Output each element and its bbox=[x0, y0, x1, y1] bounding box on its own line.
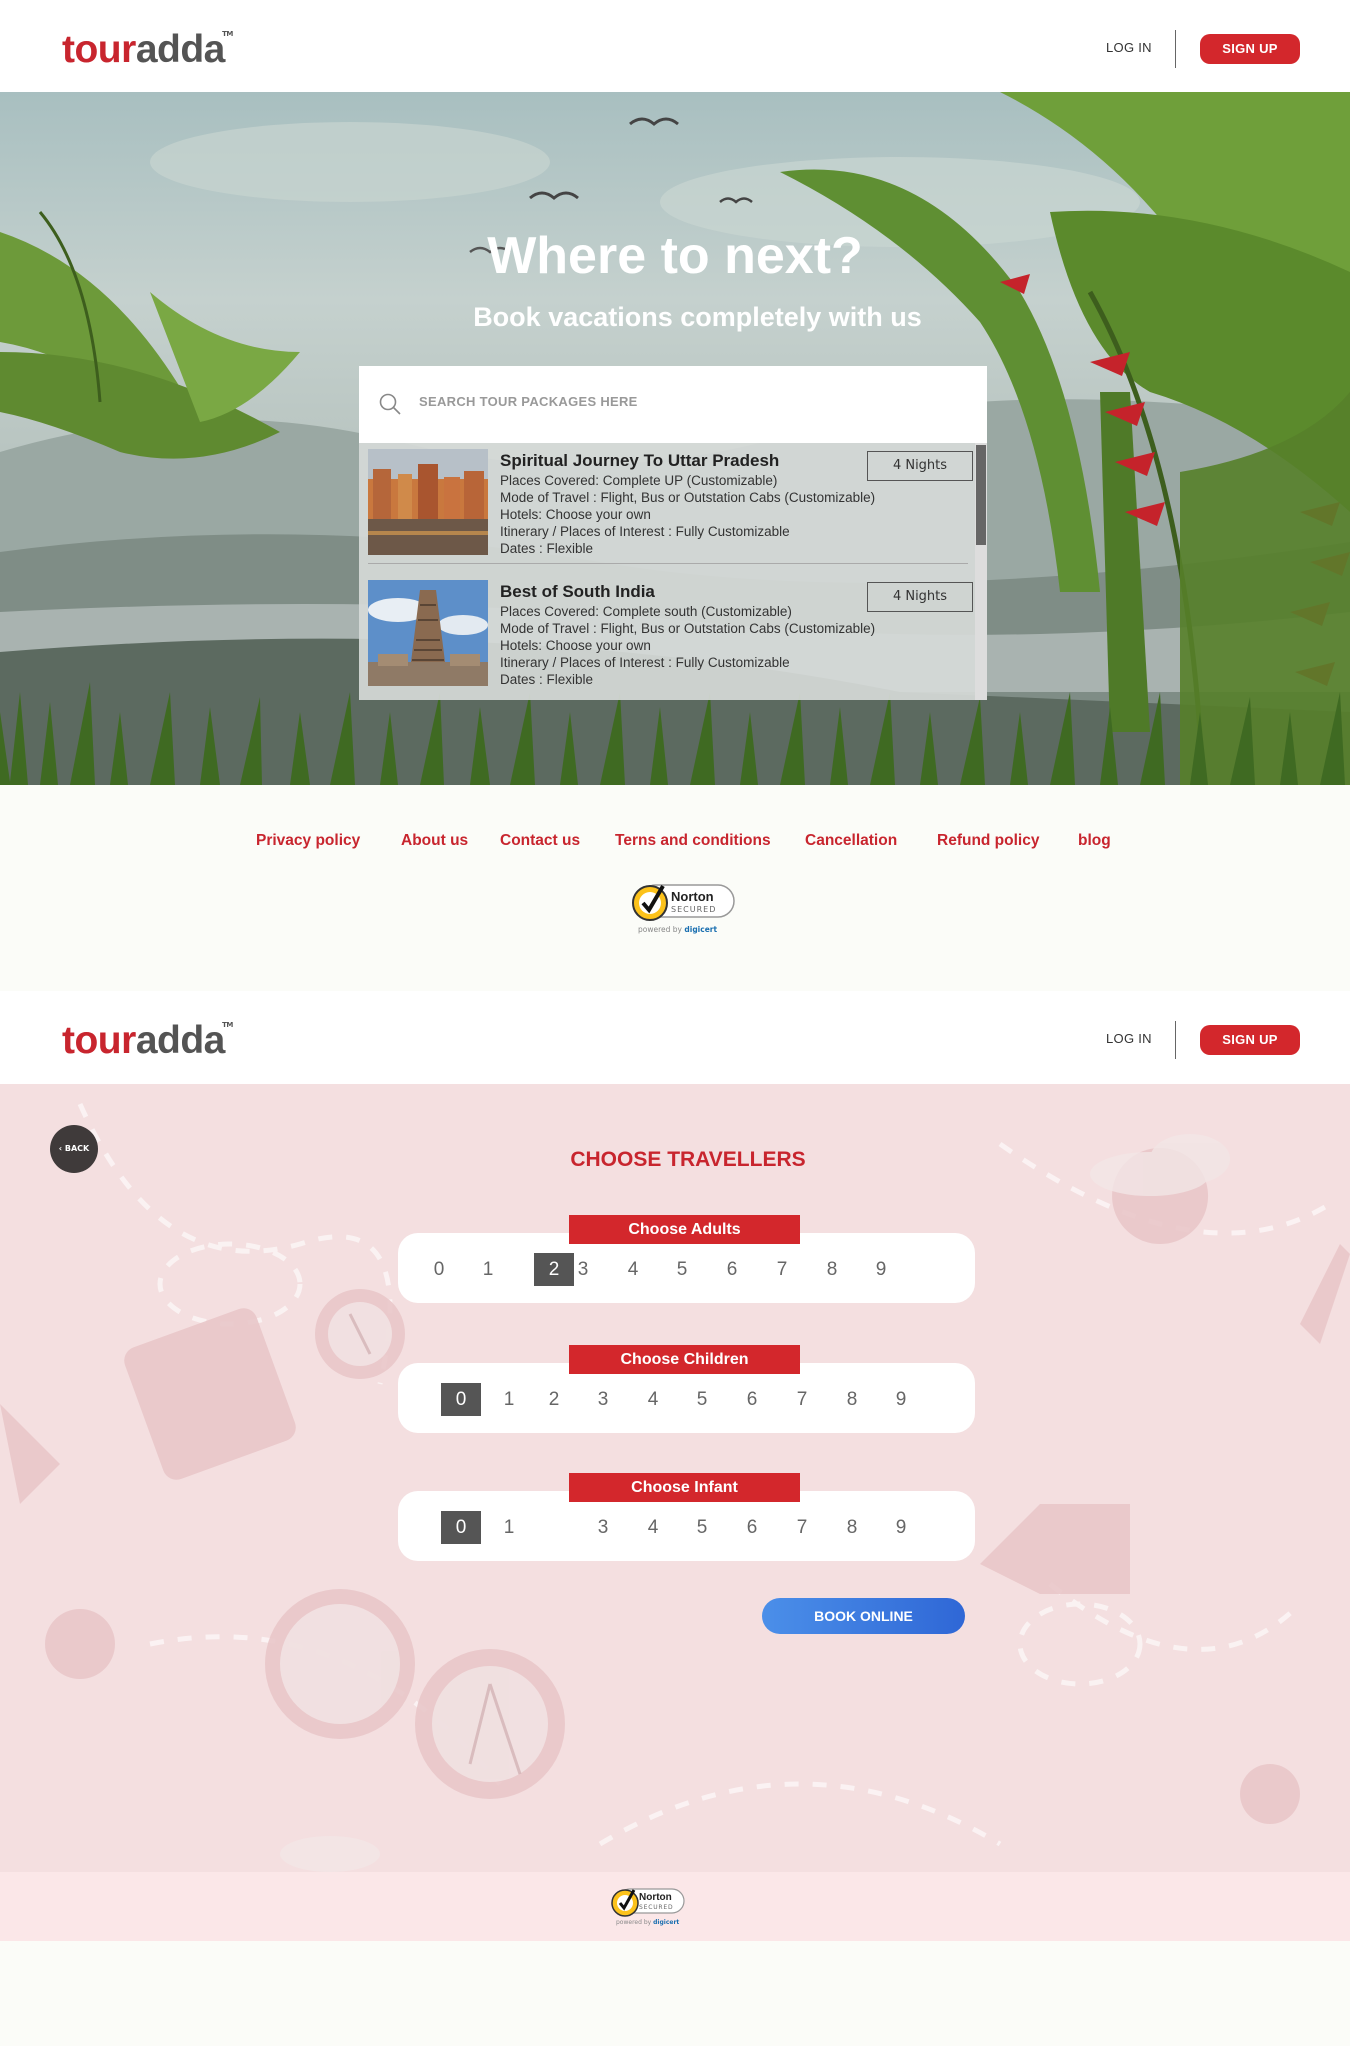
search-placeholder: SEARCH TOUR PACKAGES HERE bbox=[419, 394, 638, 409]
touradda-logo[interactable]: touradda TM bbox=[62, 28, 233, 72]
norton-secured-text: SECURED bbox=[639, 1904, 674, 1911]
book-online-button[interactable]: BOOK ONLINE bbox=[762, 1598, 965, 1634]
adults-option-1[interactable]: 1 bbox=[468, 1253, 508, 1286]
adults-label: Choose Adults bbox=[569, 1215, 800, 1244]
travellers-footer: Norton SECURED powered by digicert bbox=[0, 1872, 1350, 1941]
infant-option-3[interactable]: 3 bbox=[583, 1511, 623, 1544]
signup-button[interactable]: SIGN UP bbox=[1200, 1025, 1300, 1055]
top-header: touradda TM LOG IN SIGN UP bbox=[0, 0, 1350, 92]
infant-option-5[interactable]: 5 bbox=[682, 1511, 722, 1544]
package-places: Places Covered: Complete south (Customiz… bbox=[500, 604, 792, 619]
login-link[interactable]: LOG IN bbox=[1106, 40, 1152, 55]
package-hotels: Hotels: Choose your own bbox=[500, 638, 651, 653]
blog-link[interactable]: blog bbox=[1078, 832, 1111, 850]
children-option-2[interactable]: 2 bbox=[534, 1383, 574, 1416]
logo-trademark: TM bbox=[222, 1021, 233, 1029]
touradda-logo[interactable]: touradda TM bbox=[62, 1019, 233, 1063]
results-scrollbar[interactable] bbox=[975, 443, 987, 700]
norton-powered: powered by digicert bbox=[616, 1919, 679, 1926]
temple-image bbox=[368, 580, 488, 686]
digicert-text: digicert bbox=[684, 925, 718, 934]
powered-by-text: powered by bbox=[638, 925, 682, 934]
adults-option-9[interactable]: 9 bbox=[861, 1253, 901, 1286]
children-option-5[interactable]: 5 bbox=[682, 1383, 722, 1416]
children-option-1[interactable]: 1 bbox=[489, 1383, 529, 1416]
varanasi-ghats-image bbox=[368, 449, 488, 555]
children-label: Choose Children bbox=[569, 1345, 800, 1374]
search-input[interactable]: SEARCH TOUR PACKAGES HERE bbox=[359, 366, 987, 443]
adults-option-8[interactable]: 8 bbox=[812, 1253, 852, 1286]
package-name[interactable]: Spiritual Journey To Uttar Pradesh bbox=[500, 451, 779, 471]
logo-trademark: TM bbox=[222, 30, 233, 38]
login-link[interactable]: LOG IN bbox=[1106, 1031, 1152, 1046]
cancellation-link[interactable]: Cancellation bbox=[805, 832, 897, 850]
infant-label: Choose Infant bbox=[569, 1473, 800, 1502]
children-option-4[interactable]: 4 bbox=[633, 1383, 673, 1416]
hero-subtitle: Book vacations completely with us bbox=[473, 302, 922, 332]
signup-button[interactable]: SIGN UP bbox=[1200, 34, 1300, 64]
package-card-south-india[interactable]: Best of South India 4 Nights Places Cove… bbox=[368, 574, 973, 700]
children-option-7[interactable]: 7 bbox=[782, 1383, 822, 1416]
infant-option-4[interactable]: 4 bbox=[633, 1511, 673, 1544]
footer-links: Privacy policy About us Contact us Terns… bbox=[0, 832, 1350, 854]
children-option-6[interactable]: 6 bbox=[732, 1383, 772, 1416]
header-divider bbox=[1175, 30, 1176, 68]
package-dates: Dates : Flexible bbox=[500, 672, 594, 687]
package-divider bbox=[368, 563, 968, 564]
infant-option-0-selected[interactable]: 0 bbox=[441, 1511, 481, 1544]
about-us-link[interactable]: About us bbox=[401, 832, 468, 850]
header-divider bbox=[1175, 1021, 1176, 1059]
norton-secured-badge: Norton SECURED powered by digicert bbox=[630, 881, 736, 939]
second-header: touradda TM LOG IN SIGN UP bbox=[0, 991, 1350, 1084]
norton-text: Norton bbox=[639, 1892, 672, 1903]
adults-option-3[interactable]: 3 bbox=[563, 1253, 603, 1286]
logo-part-tour: tour bbox=[62, 28, 136, 71]
nights-badge: 4 Nights bbox=[867, 582, 973, 612]
adults-option-7[interactable]: 7 bbox=[762, 1253, 802, 1286]
refund-policy-link[interactable]: Refund policy bbox=[937, 832, 1039, 850]
norton-secured-text: SECURED bbox=[671, 905, 717, 914]
choose-travellers-title: CHOOSE TRAVELLERS bbox=[570, 1148, 806, 1171]
adults-option-6[interactable]: 6 bbox=[712, 1253, 752, 1286]
logo-part-adda: adda bbox=[135, 1019, 226, 1062]
hero-title: Where to next? bbox=[487, 227, 863, 285]
package-hotels: Hotels: Choose your own bbox=[500, 507, 651, 522]
adults-option-4[interactable]: 4 bbox=[613, 1253, 653, 1286]
package-dates: Dates : Flexible bbox=[500, 541, 594, 556]
adults-option-0[interactable]: 0 bbox=[419, 1253, 459, 1286]
children-option-9[interactable]: 9 bbox=[881, 1383, 921, 1416]
privacy-policy-link[interactable]: Privacy policy bbox=[256, 832, 360, 850]
package-travel: Mode of Travel : Flight, Bus or Outstati… bbox=[500, 490, 876, 505]
search-results-list[interactable]: Spiritual Journey To Uttar Pradesh 4 Nig… bbox=[359, 443, 987, 700]
children-option-8[interactable]: 8 bbox=[832, 1383, 872, 1416]
package-itinerary: Itinerary / Places of Interest : Fully C… bbox=[500, 655, 790, 670]
search-icon bbox=[379, 393, 401, 415]
infant-option-6[interactable]: 6 bbox=[732, 1511, 772, 1544]
scrollbar-thumb[interactable] bbox=[976, 445, 986, 545]
norton-secured-badge: Norton SECURED powered by digicert bbox=[610, 1886, 686, 1930]
adults-option-5[interactable]: 5 bbox=[662, 1253, 702, 1286]
norton-text: Norton bbox=[671, 889, 714, 904]
nights-badge: 4 Nights bbox=[867, 451, 973, 481]
children-option-0-selected[interactable]: 0 bbox=[441, 1383, 481, 1416]
norton-powered: powered by digicert bbox=[638, 925, 717, 934]
terms-link[interactable]: Terns and conditions bbox=[615, 832, 771, 850]
digicert-text: digicert bbox=[653, 1919, 680, 1926]
contact-us-link[interactable]: Contact us bbox=[500, 832, 580, 850]
choose-travellers-section: ‹ BACK CHOOSE TRAVELLERS 0 1 2 3 4 5 6 7… bbox=[0, 1084, 1350, 1872]
hero-banner: Where to next? Book vacations completely… bbox=[0, 92, 1350, 785]
infant-option-7[interactable]: 7 bbox=[782, 1511, 822, 1544]
powered-by-text: powered by bbox=[616, 1919, 652, 1926]
infant-option-8[interactable]: 8 bbox=[832, 1511, 872, 1544]
children-option-3[interactable]: 3 bbox=[583, 1383, 623, 1416]
logo-part-tour: tour bbox=[62, 1019, 136, 1062]
infant-option-1[interactable]: 1 bbox=[489, 1511, 529, 1544]
package-card-up[interactable]: Spiritual Journey To Uttar Pradesh 4 Nig… bbox=[368, 443, 973, 573]
package-travel: Mode of Travel : Flight, Bus or Outstati… bbox=[500, 621, 876, 636]
package-places: Places Covered: Complete UP (Customizabl… bbox=[500, 473, 778, 488]
package-name[interactable]: Best of South India bbox=[500, 582, 655, 602]
logo-part-adda: adda bbox=[135, 28, 226, 71]
infant-option-9[interactable]: 9 bbox=[881, 1511, 921, 1544]
package-itinerary: Itinerary / Places of Interest : Fully C… bbox=[500, 524, 790, 539]
